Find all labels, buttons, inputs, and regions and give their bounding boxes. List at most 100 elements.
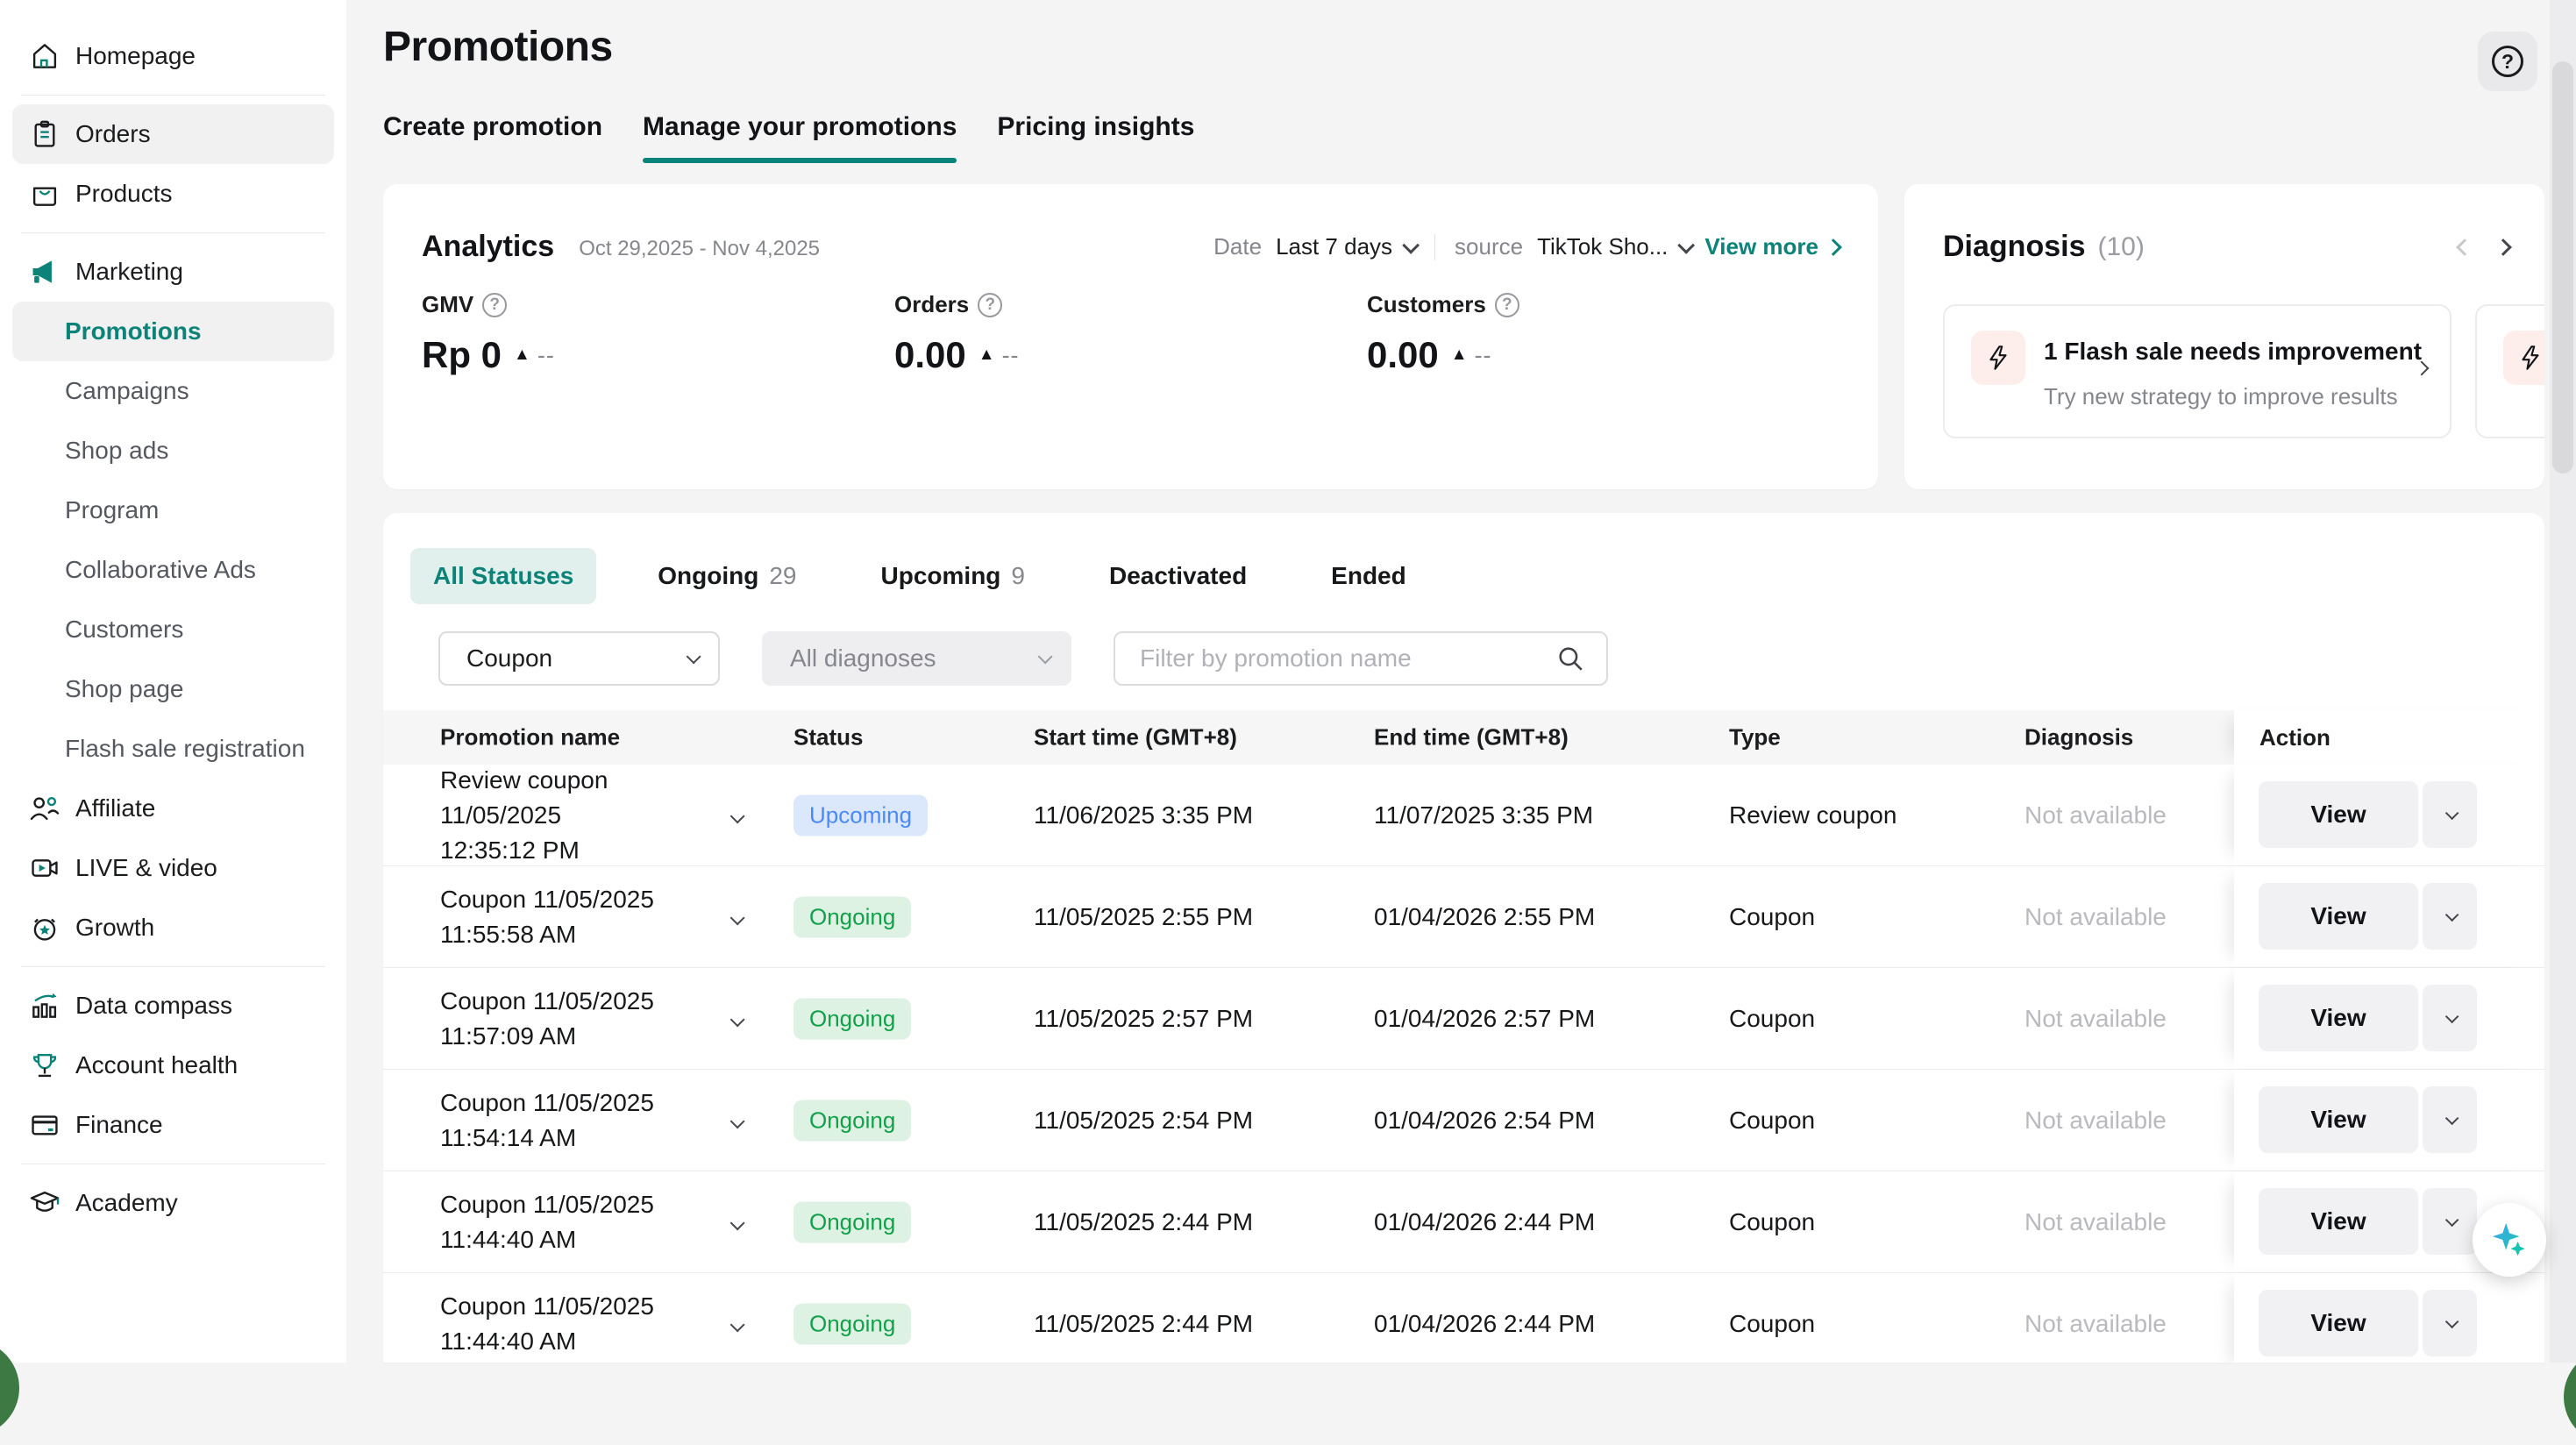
status-tab-deactivated[interactable]: Deactivated xyxy=(1086,548,1270,604)
tab-pricing-insights[interactable]: Pricing insights xyxy=(997,112,1194,163)
status-tab-label: Deactivated xyxy=(1109,562,1247,590)
column-header-label: Promotion name xyxy=(440,724,620,751)
promotion-type-select[interactable]: Coupon xyxy=(438,631,720,686)
view-button[interactable]: View xyxy=(2259,883,2418,950)
finance-icon xyxy=(28,1108,61,1142)
diagnosis-item-subtitle: Try new strategy to improve results xyxy=(2044,383,2398,410)
sidebar-item-flash-sale-registration[interactable]: Flash sale registration xyxy=(12,719,334,779)
diagnosis-value: Not available xyxy=(2025,1310,2167,1338)
expand-row-chevron-icon[interactable] xyxy=(730,801,741,829)
sidebar-item-marketing[interactable]: Marketing xyxy=(12,242,334,302)
expand-row-chevron-icon[interactable] xyxy=(730,1107,741,1135)
lightning-icon xyxy=(2516,343,2544,373)
metric-label: GMV xyxy=(422,291,473,318)
expand-row-chevron-icon[interactable] xyxy=(730,1005,741,1033)
view-button[interactable]: View xyxy=(2259,1290,2418,1356)
status-badge: Ongoing xyxy=(793,1201,911,1242)
promotions-table-card: All StatusesOngoing29Upcoming9Deactivate… xyxy=(383,513,2544,1363)
table-row: Review coupon 11/05/202512:35:12 PMUpcom… xyxy=(383,765,2544,866)
promotion-name-line1: Review coupon 11/05/2025 xyxy=(440,763,729,833)
view-button[interactable]: View xyxy=(2259,781,2418,848)
status-tab-upcoming[interactable]: Upcoming9 xyxy=(858,548,1048,604)
view-dropdown-button[interactable] xyxy=(2423,781,2477,848)
search-input[interactable] xyxy=(1140,644,1555,673)
status-badge-ongoing: Ongoing xyxy=(793,896,911,937)
status-badge-ongoing: Ongoing xyxy=(793,998,911,1039)
sidebar-item-campaigns[interactable]: Campaigns xyxy=(12,361,334,421)
metric-delta: -- xyxy=(1475,342,1492,369)
promotion-name-line2: 11:55:58 AM xyxy=(440,917,729,952)
analytics-card: Analytics Oct 29,2025 - Nov 4,2025 Date … xyxy=(383,184,1878,489)
column-header-status: Status xyxy=(793,724,863,751)
sidebar-item-growth[interactable]: Growth xyxy=(12,898,334,957)
diagnosis-item[interactable]: 1 Flash sale needs improvementTry new st… xyxy=(1943,304,2451,438)
view-button[interactable]: View xyxy=(2259,985,2418,1051)
help-circle-icon[interactable]: ? xyxy=(978,293,1002,317)
status-tab-all-statuses[interactable]: All Statuses xyxy=(410,548,596,604)
sidebar-item-affiliate[interactable]: Affiliate xyxy=(12,779,334,838)
date-dropdown[interactable]: Last 7 days xyxy=(1276,233,1415,260)
sidebar-item-finance[interactable]: Finance xyxy=(12,1095,334,1155)
sidebar-item-program[interactable]: Program xyxy=(12,480,334,540)
status-badge: Upcoming xyxy=(793,794,928,836)
view-dropdown-button[interactable] xyxy=(2423,1086,2477,1153)
status-badge: Ongoing xyxy=(793,1303,911,1344)
start-time: 11/05/2025 2:54 PM xyxy=(1034,1107,1253,1135)
ai-assistant-button[interactable] xyxy=(2473,1203,2546,1277)
view-dropdown-button[interactable] xyxy=(2423,1188,2477,1255)
sidebar-item-shop-ads[interactable]: Shop ads xyxy=(12,421,334,480)
status-tab-label: Ended xyxy=(1331,562,1406,590)
promotion-search[interactable] xyxy=(1114,631,1608,686)
metric-label-row: GMV? xyxy=(422,291,894,318)
sidebar-item-customers[interactable]: Customers xyxy=(12,600,334,659)
status-tab-ended[interactable]: Ended xyxy=(1308,548,1429,604)
scrollbar-thumb[interactable] xyxy=(2552,61,2573,473)
promotion-name: Coupon 11/05/202511:44:40 AM xyxy=(440,1289,729,1359)
help-circle-icon[interactable]: ? xyxy=(1495,293,1519,317)
date-label: Date xyxy=(1213,233,1262,260)
sidebar-item-collaborative-ads[interactable]: Collaborative Ads xyxy=(12,540,334,600)
view-dropdown-button[interactable] xyxy=(2423,883,2477,950)
column-header-label: Start time (GMT+8) xyxy=(1034,724,1237,751)
status-tab-count: 29 xyxy=(769,562,796,590)
sidebar-item-products[interactable]: Products xyxy=(12,164,334,224)
table-row: Coupon 11/05/202511:54:14 AMOngoing11/05… xyxy=(383,1070,2544,1171)
source-dropdown[interactable]: TikTok Sho... xyxy=(1537,233,1690,260)
diagnosis-value: Not available xyxy=(2025,801,2167,829)
sidebar-item-data-compass[interactable]: Data compass xyxy=(12,976,334,1036)
view-more-link[interactable]: View more xyxy=(1704,233,1839,260)
sidebar-item-homepage[interactable]: Homepage xyxy=(12,26,334,86)
help-button[interactable]: ? xyxy=(2478,32,2537,91)
expand-row-chevron-icon[interactable] xyxy=(730,1208,741,1236)
view-dropdown-button[interactable] xyxy=(2423,1290,2477,1356)
sidebar-item-account-health[interactable]: Account health xyxy=(12,1036,334,1095)
column-header-promotion-name: Promotion name xyxy=(440,724,620,751)
tab-manage-your-promotions[interactable]: Manage your promotions xyxy=(643,112,957,163)
sidebar-item-orders[interactable]: Orders xyxy=(12,104,334,164)
promotion-type: Coupon xyxy=(1729,1208,1815,1236)
page-scrollbar[interactable] xyxy=(2550,0,2576,1363)
expand-row-chevron-icon[interactable] xyxy=(730,1310,741,1338)
chevron-right-icon[interactable] xyxy=(2494,238,2512,256)
sidebar-item-shop-page[interactable]: Shop page xyxy=(12,659,334,719)
expand-row-chevron-icon[interactable] xyxy=(730,903,741,931)
view-dropdown-button[interactable] xyxy=(2423,985,2477,1051)
end-time: 01/04/2026 2:57 PM xyxy=(1374,1005,1595,1033)
floating-button-partial-right[interactable] xyxy=(2564,1349,2576,1445)
view-button[interactable]: View xyxy=(2259,1188,2418,1255)
sidebar-item-promotions[interactable]: Promotions xyxy=(12,302,334,361)
promotion-name: Coupon 11/05/202511:55:58 AM xyxy=(440,882,729,952)
help-circle-icon[interactable]: ? xyxy=(482,293,507,317)
action-cell: View xyxy=(2234,968,2544,1068)
sidebar-item-label: Program xyxy=(65,496,159,524)
page-title: Promotions xyxy=(383,23,613,71)
status-tab-ongoing[interactable]: Ongoing29 xyxy=(635,548,819,604)
sidebar-item-live-video[interactable]: LIVE & video xyxy=(12,838,334,898)
diagnosis-item-partial[interactable] xyxy=(2475,304,2544,438)
chevron-left-icon[interactable] xyxy=(2456,238,2473,256)
view-button[interactable]: View xyxy=(2259,1086,2418,1153)
tab-create-promotion[interactable]: Create promotion xyxy=(383,112,602,163)
sidebar-item-academy[interactable]: Academy xyxy=(12,1173,334,1233)
delta-up-icon: ▲ xyxy=(1451,345,1468,365)
diagnoses-select[interactable]: All diagnoses xyxy=(762,631,1071,686)
